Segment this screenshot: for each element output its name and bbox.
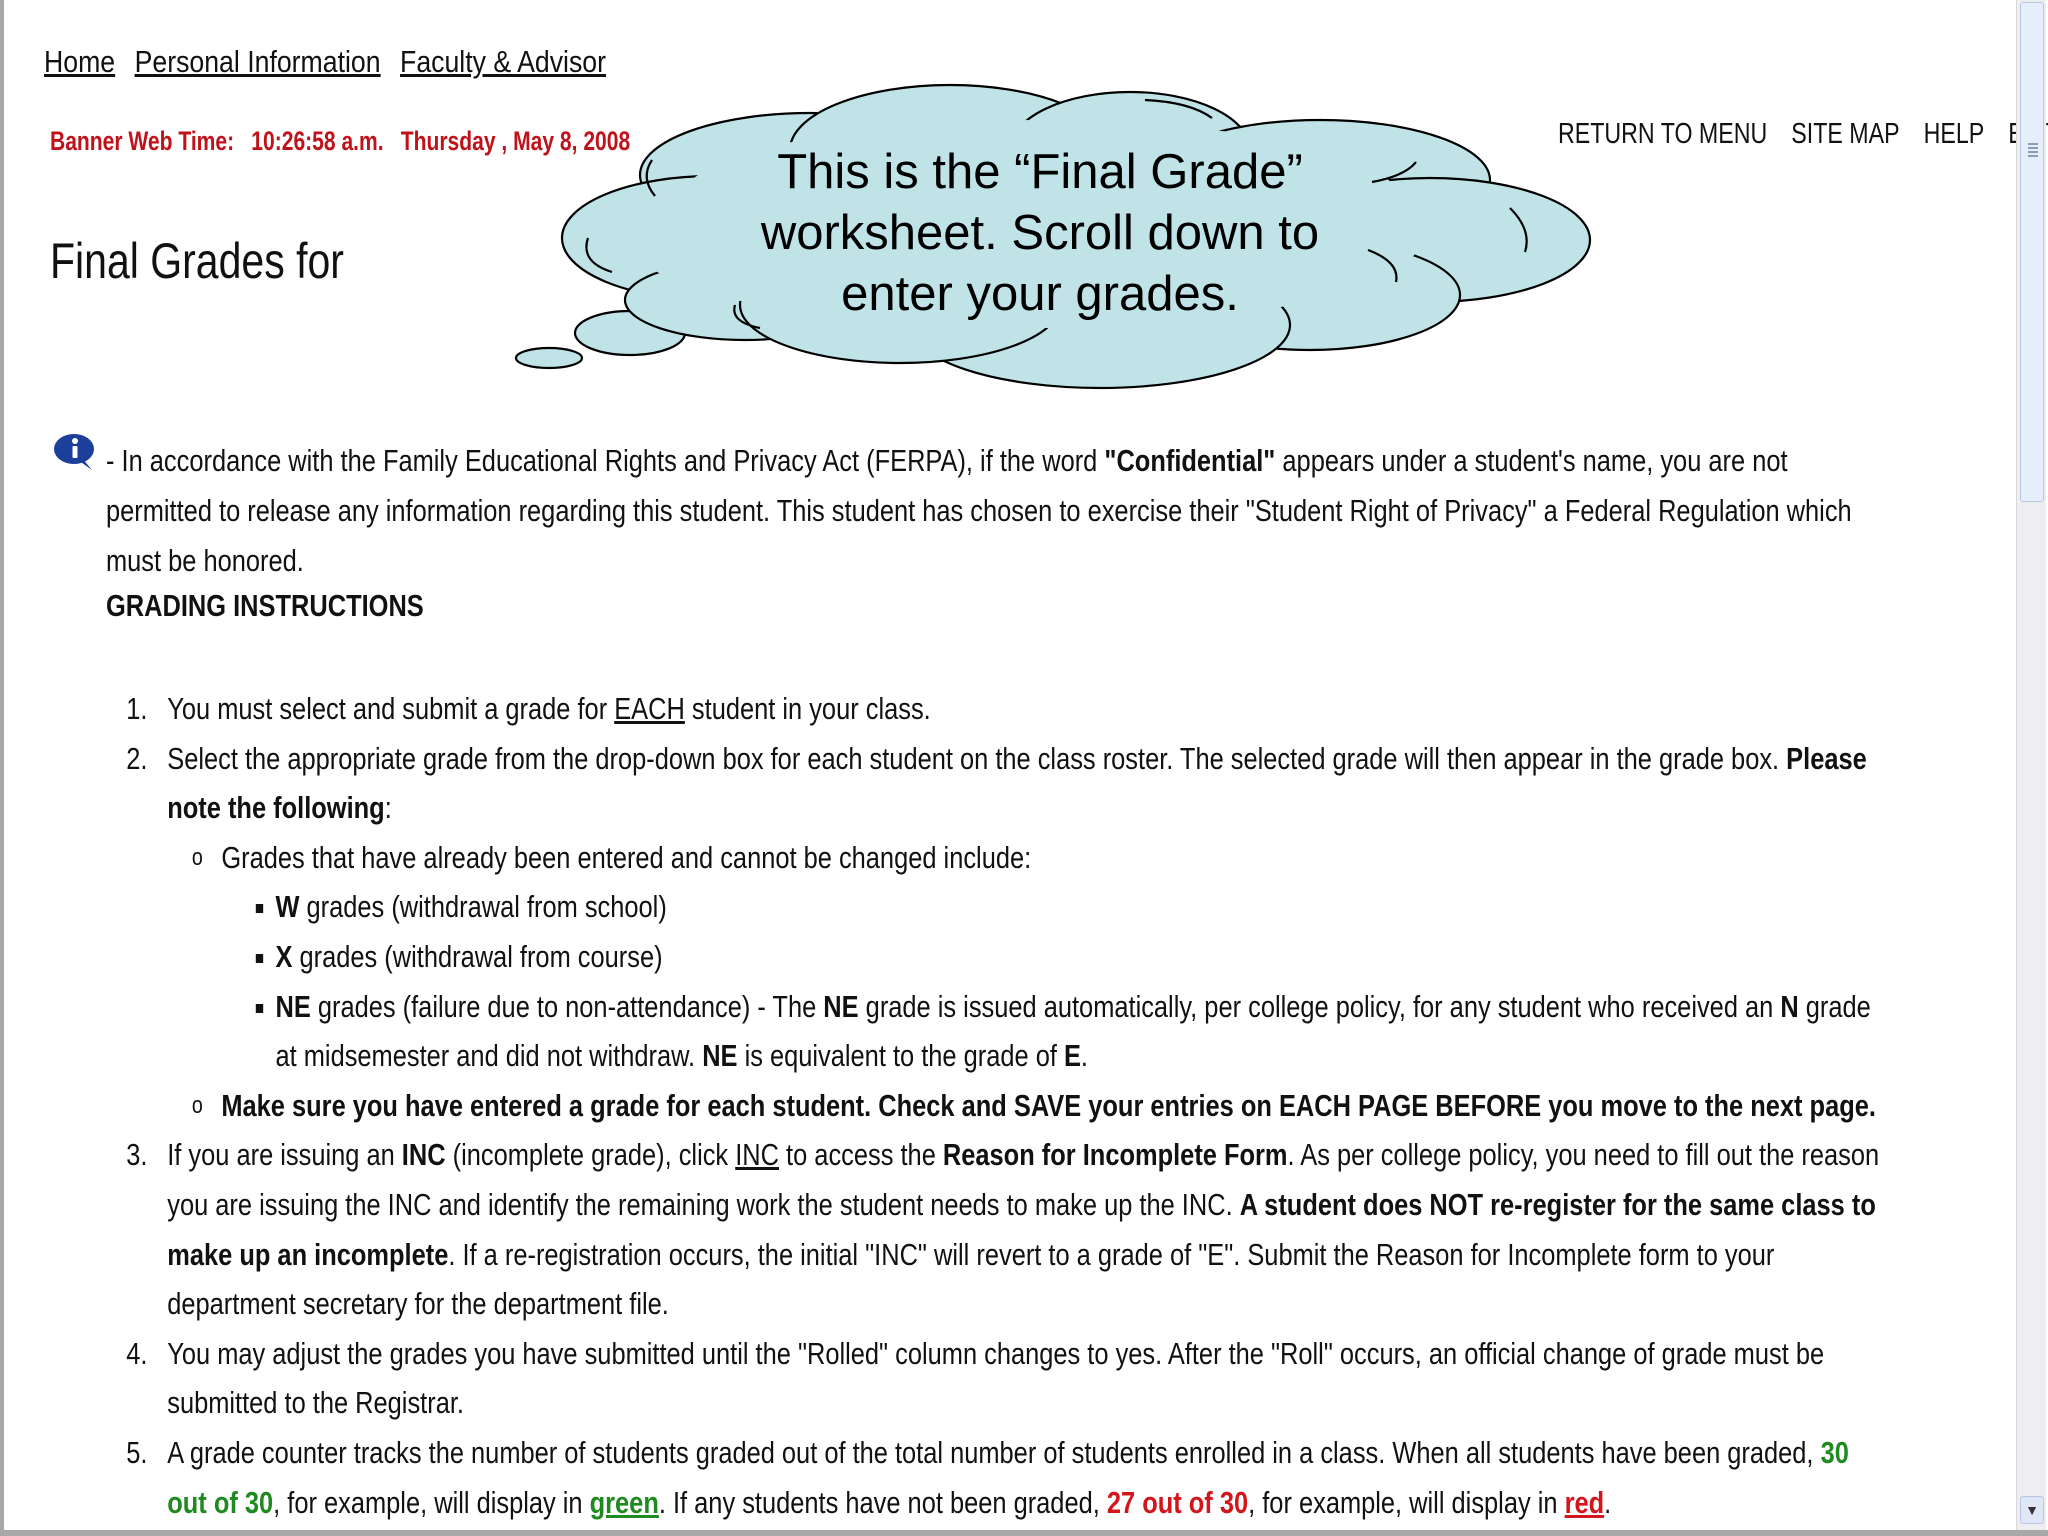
info-icon: [54, 434, 94, 470]
grade-code: X: [275, 938, 293, 974]
red-word: red: [1564, 1484, 1605, 1520]
item-number: 2.: [126, 740, 148, 776]
ferpa-text-1: - In accordance with the Family Educatio…: [106, 443, 1105, 478]
ferpa-notice: - In accordance with the Family Educatio…: [106, 436, 1885, 586]
instruction-text: If you are issuing an: [167, 1137, 402, 1173]
page-title: Final Grades for: [50, 233, 344, 289]
grade-code: E: [1063, 1038, 1081, 1074]
item-number: 3.: [126, 1137, 148, 1173]
green-word: green: [589, 1484, 659, 1520]
instruction-text: You must select and submit a grade for: [167, 691, 615, 726]
instruction-item-5: 5. A grade counter tracks the number of …: [100, 1428, 1888, 1536]
nav-faculty-advisor-link[interactable]: Faculty & Advisor: [400, 44, 606, 79]
help-link[interactable]: HELP: [1924, 118, 1985, 150]
instructions-list: 1. You must select and submit a grade fo…: [100, 684, 1888, 1536]
instruction-item-4: 4. You may adjust the grades you have su…: [100, 1329, 1888, 1428]
scroll-down-arrow-icon[interactable]: ▼: [2020, 1496, 2044, 1524]
square-bullet: [255, 953, 264, 963]
grade-code: NE: [823, 988, 859, 1024]
sub-item-text: Grades that have already been entered an…: [221, 839, 1032, 875]
callout-text: This is the “Final Grade” worksheet. Scr…: [700, 142, 1380, 325]
grade-code: W: [275, 889, 300, 925]
square-bullet: [255, 1003, 264, 1013]
grade-code-description: grade is issued automatically, per colle…: [858, 988, 1781, 1024]
instruction-text: . If any students have not been graded,: [658, 1484, 1107, 1520]
window-left-edge: [0, 0, 4, 1536]
reason-form-bold: Reason for Incomplete Form: [942, 1137, 1288, 1173]
instruction-item-1: 1. You must select and submit a grade fo…: [100, 684, 1888, 734]
confidential-keyword: "Confidential": [1104, 443, 1276, 478]
instruction-item-3: 3. If you are issuing an INC (incomplete…: [100, 1130, 1888, 1328]
attrition-note: Students who have officially filed attri…: [167, 1527, 1887, 1536]
grade-code-description: .: [1080, 1038, 1088, 1074]
grade-code-ne: NE grades (failure due to non-attendance…: [100, 982, 1888, 1081]
instruction-text: student in your class.: [684, 691, 931, 726]
grading-instructions-heading: GRADING INSTRUCTIONS: [106, 588, 424, 623]
instruction-item-2: 2. Select the appropriate grade from the…: [100, 734, 1888, 833]
web-time-value: 10:26:58 a.m.: [251, 126, 384, 156]
grade-code: N: [1780, 988, 1799, 1024]
grip-icon: [2028, 143, 2038, 157]
grade-code-description: grades (withdrawal from course): [292, 938, 663, 974]
grade-code: NE: [702, 1038, 738, 1074]
item-number: 5.: [126, 1434, 148, 1470]
grade-code: NE: [275, 988, 311, 1024]
sub-item-text: Make sure you have entered a grade for e…: [221, 1087, 1876, 1123]
instruction-text: to access the: [778, 1137, 943, 1173]
sub-item-save-each-page: o Make sure you have entered a grade for…: [100, 1081, 1888, 1131]
circle-bullet: o: [191, 843, 203, 871]
site-map-link[interactable]: SITE MAP: [1791, 118, 1899, 150]
nav-personal-information-link[interactable]: Personal Information: [135, 44, 381, 79]
grade-code-description: grades (withdrawal from school): [299, 889, 667, 925]
instruction-text: , for example, will display in: [273, 1484, 590, 1520]
instruction-text: Select the appropriate grade from the dr…: [167, 740, 1787, 776]
grade-code-description: grades (failure due to non-attendance) -…: [310, 988, 824, 1024]
inc-link[interactable]: INC: [735, 1137, 779, 1172]
scrollbar-thumb[interactable]: [2020, 2, 2044, 502]
callout-line-2: worksheet. Scroll down to: [760, 206, 1320, 260]
grade-code-description: is equivalent to the grade of: [737, 1038, 1064, 1074]
top-nav: Home Personal Information Faculty & Advi…: [44, 44, 618, 80]
square-bullet: [255, 904, 264, 914]
item-number: 1.: [126, 691, 148, 726]
grade-code-x: X grades (withdrawal from course): [100, 932, 1888, 982]
instruction-text: (incomplete grade), click: [445, 1137, 736, 1173]
callout-line-1: This is the “Final Grade”: [777, 145, 1303, 199]
instruction-text: You may adjust the grades you have submi…: [167, 1335, 1825, 1421]
instruction-text: , for example, will display in: [1248, 1484, 1565, 1520]
instruction-text: .: [1604, 1484, 1612, 1520]
utility-menu: RETURN TO MENU SITE MAP HELP EXIT: [1558, 118, 2048, 151]
each-emphasis: EACH: [614, 691, 685, 726]
inc-bold: INC: [401, 1137, 446, 1173]
sub-item-grades-entered: o Grades that have already been entered …: [100, 833, 1888, 883]
item-number: 4.: [126, 1335, 148, 1371]
web-time-label: Banner Web Time:: [50, 126, 235, 156]
nav-home-link[interactable]: Home: [44, 44, 115, 79]
counter-incomplete-example: 27 out of 30: [1106, 1484, 1249, 1520]
grade-code-w: W grades (withdrawal from school): [100, 882, 1888, 932]
instruction-text: A grade counter tracks the number of stu…: [167, 1434, 1821, 1470]
callout-line-3: enter your grades.: [841, 267, 1239, 321]
circle-bullet: o: [191, 1091, 203, 1119]
instruction-text: :: [384, 790, 392, 826]
vertical-scrollbar[interactable]: ▼: [2016, 0, 2046, 1530]
